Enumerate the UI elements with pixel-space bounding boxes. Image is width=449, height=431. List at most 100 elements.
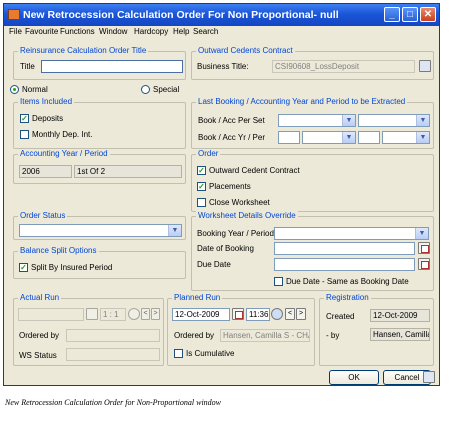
planned-date-input[interactable]: 12-Oct-2009 (172, 308, 230, 321)
ok-button[interactable]: OK (329, 370, 379, 385)
special-radio[interactable] (141, 85, 150, 94)
accounting-year-field: 2006 (19, 165, 72, 178)
order-status-group: Order Status ▼ (13, 211, 186, 240)
deposits-checkbox[interactable]: ✓ (20, 114, 29, 123)
worksheet-override-group: Worksheet Details Override Booking Year … (191, 211, 434, 291)
menu-hardcopy[interactable]: Hardcopy (134, 27, 168, 36)
items-included-legend: Items Included (18, 97, 75, 106)
items-included-group: Items Included ✓ Deposits Monthly Dep. I… (13, 97, 186, 149)
title-label: Title (20, 62, 35, 71)
booking-year-period-select[interactable]: ▼ (274, 227, 429, 240)
deposits-label: Deposits (32, 114, 64, 123)
planned-run-group: Planned Run 12-Oct-2009 11:36 < > Ordere… (167, 293, 315, 366)
last-booking-legend: Last Booking / Accounting Year and Perio… (196, 97, 408, 106)
created-by-field: Hansen, Camilla (370, 328, 430, 341)
outward-contract-group: Outward Cedents Contract Business Title:… (191, 46, 434, 80)
calendar-icon (86, 308, 98, 320)
book-acc-yr-per-label: Book / Acc Yr / Per (198, 133, 265, 142)
registration-legend: Registration (324, 293, 371, 302)
menu-help[interactable]: Help (173, 27, 189, 36)
maximize-button[interactable]: □ (402, 7, 418, 22)
outward-cedent-contract-checkbox[interactable]: ✓ (197, 166, 206, 175)
planned-run-legend: Planned Run (172, 293, 223, 302)
actual-run-legend: Actual Run (18, 293, 62, 302)
close-button[interactable]: ✕ (420, 7, 436, 22)
order-status-select[interactable]: ▼ (19, 224, 182, 237)
book-year-input[interactable] (278, 131, 300, 144)
normal-label: Normal (22, 85, 48, 94)
order-group: Order ✓ Outward Cedent Contract ✓ Placem… (191, 149, 434, 212)
created-field: 12-Oct-2009 (370, 309, 430, 322)
accounting-legend: Accounting Year / Period (18, 149, 110, 158)
calendar-icon[interactable] (418, 242, 430, 254)
minimize-button[interactable]: _ (384, 7, 400, 22)
book-acc-per-set-label: Book / Acc Per Set (198, 116, 265, 125)
chevron-down-icon: ▼ (416, 115, 429, 126)
actual-ordered-by-field (66, 329, 160, 342)
split-by-insured-period-label: Split By Insured Period (31, 263, 113, 272)
chevron-down-icon: ▼ (342, 115, 355, 126)
menu-favourite[interactable]: Favourite (25, 27, 58, 36)
help-icon[interactable] (423, 371, 435, 383)
actual-run-time-field: 1 : 1 (100, 308, 126, 321)
worksheet-override-legend: Worksheet Details Override (196, 211, 298, 220)
actual-run-group: Actual Run 1 : 1 < > Ordered by WS Statu… (13, 293, 164, 366)
split-by-insured-period-checkbox[interactable]: ✓ (19, 263, 28, 272)
monthly-dep-label: Monthly Dep. Int. (32, 130, 93, 139)
acc-period-select[interactable]: ▼ (382, 131, 430, 144)
registration-group: Registration Created 12-Oct-2009 - by Ha… (319, 293, 434, 366)
monthly-dep-checkbox[interactable] (20, 130, 29, 139)
menu-window[interactable]: Window (99, 27, 127, 36)
prev-icon[interactable]: < (285, 308, 295, 320)
planned-ordered-by-field: Hansen, Camilla S - CHAN (220, 329, 310, 342)
chevron-down-icon: ▼ (416, 132, 429, 143)
booking-year-period-label: Booking Year / Period (197, 229, 274, 238)
title-bar[interactable]: New Retrocession Calculation Order For N… (4, 4, 439, 26)
created-by-label: - by (326, 331, 340, 340)
due-date-label: Due Date (197, 260, 231, 269)
last-booking-group: Last Booking / Accounting Year and Perio… (191, 97, 434, 149)
clock-icon (128, 308, 140, 320)
order-status-legend: Order Status (18, 211, 68, 220)
calendar-icon[interactable] (418, 258, 430, 270)
actual-run-date-field (18, 308, 84, 321)
placements-checkbox[interactable]: ✓ (197, 182, 206, 191)
outward-cedent-contract-label: Outward Cedent Contract (209, 166, 300, 175)
special-label: Special (153, 85, 180, 94)
close-worksheet-label: Close Worksheet (209, 198, 270, 207)
next-icon: > (151, 308, 160, 320)
created-label: Created (326, 312, 355, 321)
menu-functions[interactable]: Functions (60, 27, 95, 36)
clock-icon[interactable] (271, 308, 283, 320)
lookup-icon[interactable] (419, 60, 431, 72)
ws-status-label: WS Status (19, 351, 57, 360)
window-title: New Retrocession Calculation Order For N… (23, 9, 339, 21)
title-group-legend: Reinsurance Calculation Order Title (18, 46, 149, 55)
normal-radio[interactable] (10, 85, 19, 94)
title-input[interactable] (41, 60, 183, 73)
menu-bar: File Favourite Functions Window Hardcopy… (4, 26, 439, 38)
planned-time-input[interactable]: 11:36 (246, 308, 270, 321)
calendar-icon[interactable] (232, 308, 244, 320)
is-cumulative-checkbox[interactable] (174, 349, 183, 358)
actual-ordered-by-label: Ordered by (19, 331, 60, 340)
figure-caption: New Retrocession Calculation Order for N… (5, 398, 221, 407)
due-date-input[interactable] (274, 258, 415, 271)
menu-search[interactable]: Search (193, 27, 218, 36)
date-of-booking-input[interactable] (274, 242, 415, 255)
business-title-field: CSI90608_LossDeposit (272, 60, 415, 73)
book-acc-per-set-select-2[interactable]: ▼ (358, 114, 430, 127)
book-acc-per-set-select-1[interactable]: ▼ (278, 114, 356, 127)
due-same-checkbox[interactable] (274, 277, 283, 286)
main-window: New Retrocession Calculation Order For N… (3, 3, 440, 386)
ws-status-field (66, 348, 160, 361)
date-of-booking-label: Date of Booking (197, 244, 254, 253)
book-period-select[interactable]: ▼ (302, 131, 356, 144)
accounting-period-field: 1st Of 2 (74, 165, 182, 178)
acc-year-input[interactable] (358, 131, 380, 144)
is-cumulative-label: Is Cumulative (186, 349, 235, 358)
menu-file[interactable]: File (9, 27, 22, 36)
close-worksheet-checkbox[interactable] (197, 198, 206, 207)
next-icon[interactable]: > (296, 308, 306, 320)
planned-ordered-by-label: Ordered by (174, 331, 215, 340)
